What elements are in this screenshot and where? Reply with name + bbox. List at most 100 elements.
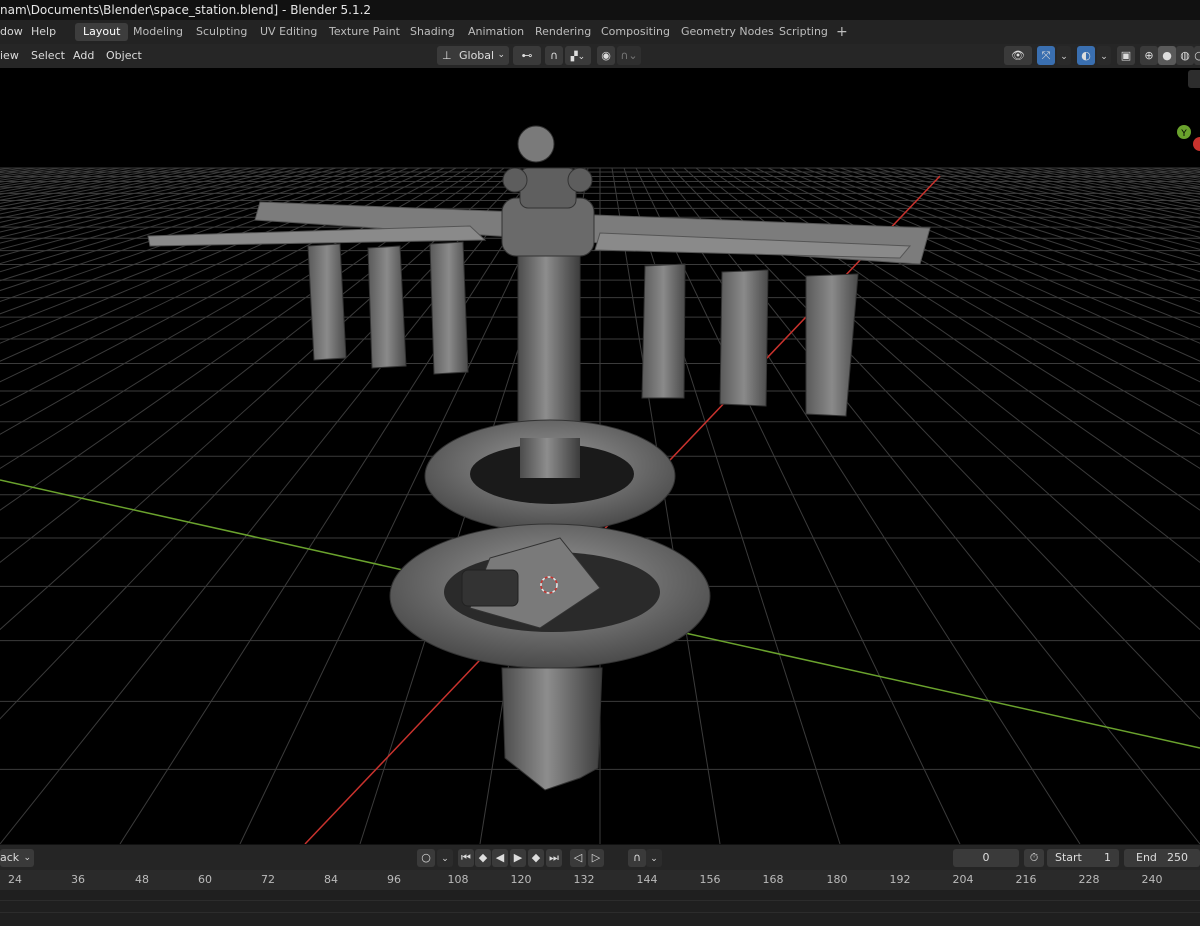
frame-tick: 156: [699, 873, 721, 886]
grid-line: [0, 167, 121, 188]
grid-line: [755, 167, 1200, 383]
next-marker-button[interactable]: ▷: [588, 849, 604, 867]
snap-timeline-toggle[interactable]: ∩: [628, 849, 646, 867]
gizmo-x-axis-handle: [1193, 137, 1200, 151]
grid-line: [0, 167, 325, 257]
gizmo-toggle[interactable]: ⤧: [1037, 46, 1055, 65]
grid-line: [0, 167, 205, 208]
chevron-down-icon: ⌄: [497, 50, 505, 60]
shading-material-button[interactable]: ◍: [1176, 46, 1194, 65]
pivot-point-dropdown[interactable]: ⊷: [513, 46, 541, 65]
frame-tick: 36: [71, 873, 85, 886]
grid-line: [983, 167, 1200, 211]
top-menu-bar: dow Help Layout Modeling Sculpting UV Ed…: [0, 20, 1200, 44]
object-visibility-dropdown[interactable]: 👁: [1004, 46, 1032, 65]
solar-panel: [307, 243, 347, 361]
prev-marker-button[interactable]: ◁: [570, 849, 586, 867]
grid-line: [875, 167, 1200, 257]
shading-solid-button[interactable]: ●: [1158, 46, 1176, 65]
add-workspace-button[interactable]: +: [828, 23, 856, 41]
timeline-track-area[interactable]: [0, 890, 1200, 926]
snap-target-dropdown[interactable]: ▞⌄: [565, 46, 591, 65]
next-keyframe-button[interactable]: ◆: [528, 849, 544, 867]
menu-object[interactable]: Object: [106, 49, 142, 62]
frame-tick: 96: [387, 873, 401, 886]
gizmo-dropdown[interactable]: ⌄: [1057, 46, 1071, 65]
prev-keyframe-button[interactable]: ◆: [475, 849, 491, 867]
play-reverse-button[interactable]: ◀: [492, 849, 508, 867]
tab-shading[interactable]: Shading: [402, 23, 463, 41]
timeline-ruler[interactable]: 24 36 48 60 72 84 96 108 120 132 144 156…: [0, 870, 1200, 890]
viewport-canvas[interactable]: Y: [0, 68, 1200, 844]
tab-animation[interactable]: Animation: [460, 23, 532, 41]
proportional-falloff-dropdown[interactable]: ∩⌄: [617, 46, 641, 65]
grid-line: [0, 167, 169, 198]
orientation-axes-icon: ⊥: [442, 49, 452, 62]
window-title-bar: nam\Documents\Blender\space_station.blen…: [0, 0, 1200, 20]
grid-line: [947, 167, 1200, 223]
record-icon: ○: [421, 851, 431, 864]
tab-rendering[interactable]: Rendering: [527, 23, 599, 41]
tab-uv-editing[interactable]: UV Editing: [252, 23, 325, 41]
solar-panel: [429, 241, 469, 375]
grid-line: [863, 167, 1200, 265]
grid-line: [0, 167, 505, 563]
next-keyframe-icon: ◆: [531, 851, 541, 864]
gizmo-y-label: Y: [1180, 129, 1187, 139]
tab-compositing[interactable]: Compositing: [593, 23, 678, 41]
tab-layout[interactable]: Layout: [75, 23, 129, 41]
menu-view[interactable]: iew: [0, 49, 19, 62]
jump-to-start-button[interactable]: ⏮: [458, 849, 474, 867]
current-frame-field[interactable]: 0: [953, 849, 1019, 867]
frame-tick: 192: [889, 873, 911, 886]
shading-wireframe-button[interactable]: ⊕: [1140, 46, 1158, 65]
menu-help[interactable]: Help: [31, 25, 56, 38]
playback-dropdown[interactable]: ack ⌄: [0, 849, 34, 867]
auto-keying-toggle[interactable]: ○: [417, 849, 435, 867]
keying-dropdown[interactable]: ⌄: [437, 849, 453, 867]
chevron-down-icon: ⌄: [1060, 52, 1068, 62]
grid-line: [935, 167, 1200, 228]
start-frame-field[interactable]: Start 1: [1047, 849, 1119, 867]
transform-orientation-dropdown[interactable]: ⊥ Global ⌄: [437, 46, 509, 65]
chevron-down-icon: ⌄: [650, 854, 658, 864]
frame-tick: 72: [261, 873, 275, 886]
play-button[interactable]: ▶: [510, 849, 526, 867]
grid-line: [971, 167, 1200, 215]
grid-line: [0, 167, 193, 204]
end-value: 250: [1167, 851, 1188, 864]
snap-toggle[interactable]: ∩: [545, 46, 563, 65]
preview-range-toggle[interactable]: ⏱: [1024, 849, 1044, 867]
menu-select[interactable]: Select: [31, 49, 65, 62]
start-value: 1: [1104, 851, 1111, 864]
jump-end-icon: ⏭: [549, 851, 559, 864]
jump-to-end-button[interactable]: ⏭: [546, 849, 562, 867]
tab-scripting[interactable]: Scripting: [771, 23, 836, 41]
overlays-dropdown[interactable]: ⌄: [1097, 46, 1111, 65]
snap-timeline-dropdown[interactable]: ⌄: [646, 849, 662, 867]
overlays-toggle[interactable]: ◐: [1077, 46, 1095, 65]
tab-sculpting[interactable]: Sculpting: [188, 23, 255, 41]
tab-modeling[interactable]: Modeling: [125, 23, 191, 41]
viewport-sidebar-tab[interactable]: [1188, 70, 1200, 88]
tab-geometry-nodes[interactable]: Geometry Nodes: [673, 23, 782, 41]
shading-rendered-button[interactable]: ○: [1194, 46, 1200, 65]
grid-line: [695, 167, 1200, 563]
end-frame-field[interactable]: End 250: [1124, 849, 1200, 867]
eye-icon: 👁: [1011, 49, 1025, 62]
xray-toggle[interactable]: ▣: [1117, 46, 1135, 65]
grid-line: [0, 167, 361, 282]
proportional-edit-toggle[interactable]: ◉: [597, 46, 615, 65]
grid-line: [0, 167, 265, 228]
grid-line: [803, 167, 1200, 315]
magnet-icon: ∩: [632, 851, 642, 864]
play-reverse-icon: ◀: [495, 851, 505, 864]
end-label: End: [1136, 851, 1157, 864]
grid-line: [0, 167, 217, 211]
tab-texture-paint[interactable]: Texture Paint: [321, 23, 408, 41]
link-icon: ⊷: [521, 49, 533, 62]
grid-line: [827, 167, 1200, 292]
menu-window[interactable]: dow: [0, 25, 23, 38]
3d-viewport[interactable]: Y: [0, 68, 1200, 844]
menu-add[interactable]: Add: [73, 49, 94, 62]
